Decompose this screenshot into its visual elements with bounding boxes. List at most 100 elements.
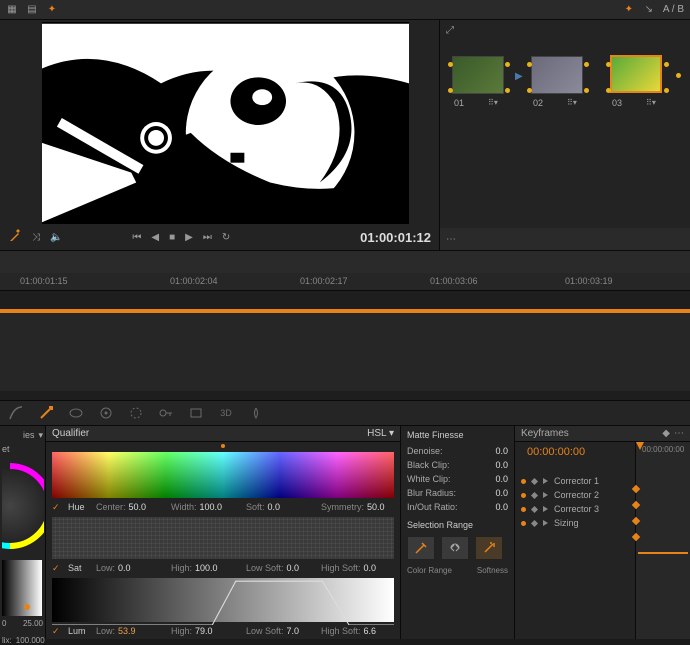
loop-icon[interactable]: ↻: [222, 232, 230, 243]
diamond-icon[interactable]: [531, 505, 538, 512]
hue-label: Hue: [68, 502, 94, 513]
lum-low[interactable]: 53.9: [118, 626, 136, 637]
node-thumb[interactable]: [452, 56, 504, 94]
sizing-icon[interactable]: [188, 405, 204, 421]
ruler-tick: 01:00:01:15: [20, 276, 68, 286]
kf-icon[interactable]: ◆: [662, 428, 670, 439]
sat-graph[interactable]: [52, 517, 394, 559]
icon[interactable]: ⋯: [446, 234, 456, 245]
matte-label: White Clip:: [407, 474, 451, 484]
ruler-tick: 01:00:02:17: [300, 276, 348, 286]
last-frame-icon[interactable]: ⏭: [203, 232, 212, 243]
expand-icon[interactable]: [543, 478, 548, 484]
node-thumb[interactable]: [531, 56, 583, 94]
window-icon[interactable]: [68, 405, 84, 421]
key-icon[interactable]: [158, 405, 174, 421]
ab-compare-label[interactable]: A / B: [663, 4, 684, 15]
diamond-icon[interactable]: [531, 477, 538, 484]
hue-spectrum[interactable]: [52, 452, 394, 498]
node-menu-icon[interactable]: ⠿▾: [646, 98, 656, 107]
softness-label: Softness: [477, 566, 508, 575]
matte-label: In/Out Ratio:: [407, 502, 458, 512]
wand-button[interactable]: [475, 536, 503, 560]
first-frame-icon[interactable]: ⏮: [132, 232, 141, 243]
keyframe-timeline[interactable]: 00:00:00:00: [635, 442, 690, 639]
viewer-top-toolbar: ▦ ▤ ✦ ✦ ↘ A / B: [0, 0, 690, 20]
mix-value[interactable]: 100.000: [16, 636, 45, 645]
picker-button[interactable]: [407, 536, 435, 560]
arrow-icon[interactable]: ↘: [643, 4, 655, 16]
blackclip-value[interactable]: 0.0: [495, 460, 508, 470]
keyframe-marker[interactable]: [632, 533, 640, 541]
stop-icon[interactable]: ■: [169, 232, 175, 243]
mute-icon[interactable]: 🔈: [50, 232, 62, 243]
indicator-dot: [221, 444, 225, 448]
shuffle-icon[interactable]: ⤨: [32, 232, 40, 243]
sat-highsoft[interactable]: 0.0: [364, 563, 377, 574]
qualifier-icon[interactable]: [38, 405, 54, 421]
hue-symmetry[interactable]: 50.0: [367, 502, 385, 513]
timeline-tracks[interactable]: [0, 313, 690, 391]
curves-icon[interactable]: [8, 405, 24, 421]
diamond-icon[interactable]: [531, 491, 538, 498]
kf-track-tc: 00:00:00:00: [642, 445, 684, 454]
lum-enable-check[interactable]: ✓: [52, 626, 66, 637]
3d-icon[interactable]: 3D: [218, 405, 234, 421]
blur-icon[interactable]: [128, 405, 144, 421]
color-wheel[interactable]: [2, 456, 44, 556]
picker-icon[interactable]: [8, 229, 22, 246]
lum-high[interactable]: 79.0: [195, 626, 213, 637]
blurradius-value[interactable]: 0.0: [495, 488, 508, 498]
denoise-value[interactable]: 0.0: [495, 446, 508, 456]
lum-lowsoft[interactable]: 7.0: [287, 626, 300, 637]
wheel-label: et: [2, 444, 10, 454]
inout-value[interactable]: 0.0: [495, 502, 508, 512]
node-menu-icon[interactable]: ⠿▾: [488, 98, 498, 107]
hue-soft[interactable]: 0.0: [268, 502, 281, 513]
sat-high[interactable]: 100.0: [195, 563, 218, 574]
node-id: 03: [612, 98, 622, 108]
color-wheel-panel: ies▾ et 025.00 lix:100.000: [0, 426, 46, 639]
node-id: 02: [533, 98, 543, 108]
highlight-icon[interactable]: ✦: [46, 4, 58, 16]
transport-bar: ⤨ 🔈 ⏮ ◀ ■ ▶ ⏭ ↻ 01:00:01:12: [0, 224, 439, 250]
node-menu-icon[interactable]: ⠿▾: [567, 98, 577, 107]
grade-toolbar: 3D: [0, 400, 690, 426]
play-reverse-icon[interactable]: ◀: [151, 232, 159, 243]
grid-icon[interactable]: ▦: [6, 4, 18, 16]
expand-icon[interactable]: [543, 520, 548, 526]
wheel-value[interactable]: 25.00: [23, 619, 43, 628]
invert-button[interactable]: [441, 536, 469, 560]
motion-icon[interactable]: [248, 405, 264, 421]
panel-header: ies: [23, 430, 35, 440]
node-thumb[interactable]: [610, 55, 662, 93]
sat-low[interactable]: 0.0: [118, 563, 131, 574]
kf-icon[interactable]: ⋯: [674, 428, 684, 439]
timeline-ruler[interactable]: 01:00:01:15 01:00:02:04 01:00:02:17 01:0…: [0, 273, 690, 291]
lum-highsoft[interactable]: 6.6: [364, 626, 377, 637]
expand-icon[interactable]: [543, 506, 548, 512]
viewer-image[interactable]: [42, 22, 409, 224]
node-id: 01: [454, 98, 464, 108]
stack-icon[interactable]: ▤: [26, 4, 38, 16]
hue-enable-check[interactable]: ✓: [52, 502, 66, 513]
wheel-slider[interactable]: [2, 560, 42, 616]
color-range-label: Color Range: [407, 566, 452, 575]
play-icon[interactable]: ▶: [185, 232, 193, 243]
node-overlay-icon[interactable]: ✦: [623, 4, 635, 16]
node-graph[interactable]: 01 ⠿▾ ▶ 02 ⠿▾ 03 ⠿▾: [440, 40, 690, 228]
qualifier-mode[interactable]: HSL: [367, 428, 386, 439]
diamond-icon[interactable]: [531, 519, 538, 526]
expand-icon[interactable]: [543, 492, 548, 498]
viewer-timecode[interactable]: 01:00:01:12: [360, 230, 431, 245]
sat-enable-check[interactable]: ✓: [52, 563, 66, 574]
tracker-icon[interactable]: [98, 405, 114, 421]
lum-graph[interactable]: [52, 578, 394, 622]
whiteclip-value[interactable]: 0.0: [495, 474, 508, 484]
wheel-zero: 0: [2, 619, 6, 628]
hue-width[interactable]: 100.0: [200, 502, 223, 513]
viewer-panel: ⤨ 🔈 ⏮ ◀ ■ ▶ ⏭ ↻ 01:00:01:12: [0, 20, 440, 250]
hue-center[interactable]: 50.0: [129, 502, 147, 513]
sat-lowsoft[interactable]: 0.0: [287, 563, 300, 574]
expand-icon[interactable]: ⤢: [446, 25, 454, 36]
